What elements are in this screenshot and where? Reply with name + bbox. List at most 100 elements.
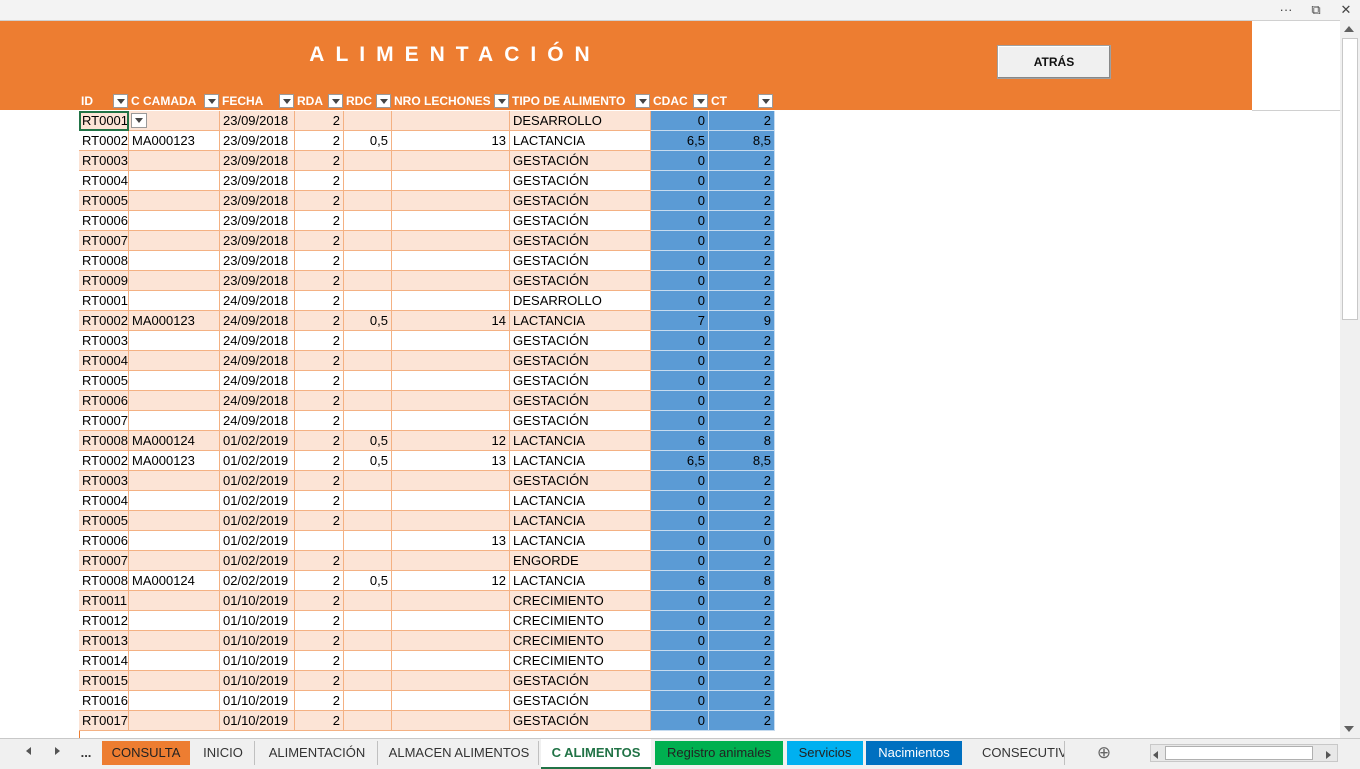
cell-fecha[interactable]: 23/09/2018 [220, 151, 295, 171]
cell-nro-lechones[interactable]: 13 [392, 451, 510, 471]
cell-nro-lechones[interactable] [392, 371, 510, 391]
cell-fecha[interactable]: 01/10/2019 [220, 651, 295, 671]
cell-ct[interactable]: 2 [709, 711, 775, 731]
cell-ct[interactable]: 2 [709, 411, 775, 431]
cell-cdac[interactable]: 6 [651, 571, 709, 591]
cell-id[interactable]: RT0006 [79, 391, 129, 411]
cell-nro-lechones[interactable] [392, 491, 510, 511]
tab-more-button[interactable]: ... [76, 741, 96, 765]
cell-rda[interactable]: 2 [295, 611, 344, 631]
cell-rdc[interactable] [344, 171, 392, 191]
cell-rdc[interactable] [344, 611, 392, 631]
cell-tipo-de-alimento[interactable]: LACTANCIA [510, 511, 651, 531]
cell-rda[interactable]: 2 [295, 251, 344, 271]
cell-fecha[interactable]: 01/10/2019 [220, 591, 295, 611]
cell-nro-lechones[interactable] [392, 551, 510, 571]
filter-dropdown-icon[interactable] [204, 94, 219, 108]
filter-dropdown-icon[interactable] [113, 94, 128, 108]
cell-ct[interactable]: 2 [709, 251, 775, 271]
cell-id[interactable]: RT0002 [79, 311, 129, 331]
cell-rdc[interactable] [344, 151, 392, 171]
cell-fecha[interactable]: 01/02/2019 [220, 471, 295, 491]
cell-id[interactable]: RT0004 [79, 351, 129, 371]
cell-rda[interactable]: 2 [295, 651, 344, 671]
cell-id[interactable]: RT0007 [79, 231, 129, 251]
sheet-tab-almacen-alimentos[interactable]: ALMACEN ALIMENTOS [380, 741, 539, 765]
cell-id[interactable]: RT0003 [79, 151, 129, 171]
cell-tipo-de-alimento[interactable]: GESTACIÓN [510, 371, 651, 391]
cell-ct[interactable]: 2 [709, 651, 775, 671]
tab-prev-icon[interactable] [26, 747, 31, 755]
cell-rda[interactable]: 2 [295, 691, 344, 711]
cell-fecha[interactable]: 24/09/2018 [220, 371, 295, 391]
cell-ct[interactable]: 2 [709, 231, 775, 251]
cell-id[interactable]: RT0003 [79, 471, 129, 491]
cell-nro-lechones[interactable] [392, 391, 510, 411]
cell-tipo-de-alimento[interactable]: GESTACIÓN [510, 691, 651, 711]
cell-c-camada[interactable]: MA000123 [129, 131, 220, 151]
cell-rda[interactable]: 2 [295, 151, 344, 171]
cell-ct[interactable]: 2 [709, 471, 775, 491]
cell-rda[interactable]: 2 [295, 551, 344, 571]
tab-next-icon[interactable] [55, 747, 60, 755]
cell-rda[interactable]: 2 [295, 431, 344, 451]
cell-tipo-de-alimento[interactable]: GESTACIÓN [510, 391, 651, 411]
cell-cdac[interactable]: 0 [651, 271, 709, 291]
cell-tipo-de-alimento[interactable]: LACTANCIA [510, 531, 651, 551]
hscroll-thumb[interactable] [1165, 746, 1313, 760]
cell-tipo-de-alimento[interactable]: GESTACIÓN [510, 711, 651, 731]
cell-fecha[interactable]: 24/09/2018 [220, 331, 295, 351]
cell-id[interactable]: RT0014 [79, 651, 129, 671]
back-button[interactable]: ATRÁS [997, 45, 1111, 79]
cell-cdac[interactable]: 0 [651, 371, 709, 391]
cell-fecha[interactable]: 01/02/2019 [220, 491, 295, 511]
cell-ct[interactable]: 2 [709, 331, 775, 351]
cell-fecha[interactable]: 23/09/2018 [220, 111, 295, 131]
cell-cdac[interactable]: 0 [651, 691, 709, 711]
cell-id[interactable]: RT0005 [79, 191, 129, 211]
cell-c-camada[interactable] [129, 471, 220, 491]
cell-rda[interactable]: 2 [295, 591, 344, 611]
cell-cdac[interactable]: 0 [651, 551, 709, 571]
cell-cdac[interactable]: 0 [651, 211, 709, 231]
cell-id[interactable]: RT0005 [79, 371, 129, 391]
cell-nro-lechones[interactable] [392, 351, 510, 371]
cell-tipo-de-alimento[interactable]: CRECIMIENTO [510, 591, 651, 611]
cell-ct[interactable]: 2 [709, 671, 775, 691]
cell-fecha[interactable]: 01/10/2019 [220, 611, 295, 631]
cell-ct[interactable]: 8 [709, 431, 775, 451]
cell-nro-lechones[interactable] [392, 631, 510, 651]
cell-id[interactable]: RT0008 [79, 431, 129, 451]
cell-c-camada[interactable] [129, 391, 220, 411]
cell-rdc[interactable] [344, 531, 392, 551]
cell-rdc[interactable] [344, 391, 392, 411]
cell-rdc[interactable] [344, 331, 392, 351]
cell-ct[interactable]: 0 [709, 531, 775, 551]
cell-rdc[interactable] [344, 631, 392, 651]
cell-ct[interactable]: 2 [709, 351, 775, 371]
cell-tipo-de-alimento[interactable]: GESTACIÓN [510, 231, 651, 251]
cell-rda[interactable]: 2 [295, 271, 344, 291]
cell-ct[interactable]: 2 [709, 371, 775, 391]
cell-cdac[interactable]: 6,5 [651, 131, 709, 151]
cell-nro-lechones[interactable] [392, 471, 510, 491]
cell-rda[interactable]: 2 [295, 371, 344, 391]
cell-c-camada[interactable] [129, 531, 220, 551]
cell-rdc[interactable] [344, 711, 392, 731]
restore-icon[interactable]: ⧉ [1306, 2, 1326, 18]
cell-fecha[interactable]: 01/02/2019 [220, 511, 295, 531]
cell-rda[interactable]: 2 [295, 511, 344, 531]
cell-nro-lechones[interactable] [392, 691, 510, 711]
cell-rdc[interactable] [344, 191, 392, 211]
cell-id[interactable]: RT0013 [79, 631, 129, 651]
cell-cdac[interactable]: 0 [651, 631, 709, 651]
cell-ct[interactable]: 8,5 [709, 131, 775, 151]
cell-tipo-de-alimento[interactable]: ENGORDE [510, 551, 651, 571]
cell-rda[interactable]: 2 [295, 351, 344, 371]
more-options-icon[interactable]: ··· [1276, 2, 1296, 18]
cell-c-camada[interactable] [129, 411, 220, 431]
cell-tipo-de-alimento[interactable]: GESTACIÓN [510, 471, 651, 491]
cell-nro-lechones[interactable]: 13 [392, 531, 510, 551]
cell-ct[interactable]: 2 [709, 611, 775, 631]
cell-rda[interactable]: 2 [295, 491, 344, 511]
